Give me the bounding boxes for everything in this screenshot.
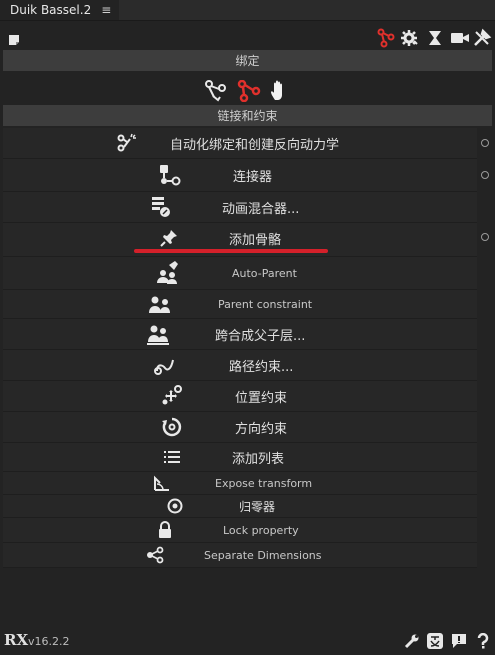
- options-dot-add-bone[interactable]: [481, 233, 489, 241]
- red-underline-annotation: [134, 249, 328, 253]
- toolbar: [0, 26, 495, 50]
- help-icon[interactable]: [473, 631, 493, 651]
- menu-item-lock-property[interactable]: Lock property: [3, 518, 477, 543]
- translate-icon[interactable]: [425, 631, 445, 651]
- wrench-icon[interactable]: [402, 631, 422, 651]
- menu-item-animation-blender[interactable]: 动画混合器...: [3, 192, 477, 223]
- separate-dimensions-icon: [142, 543, 168, 567]
- menu-item-expose-transform[interactable]: Expose transform: [3, 472, 477, 495]
- camera-icon[interactable]: [450, 28, 470, 48]
- list-icon: [159, 445, 185, 469]
- hourglass-icon[interactable]: [425, 28, 445, 48]
- menu-item-label: Lock property: [223, 523, 299, 537]
- menu-item-label: 动画混合器...: [222, 201, 300, 217]
- parent-across-comps-icon: [146, 322, 172, 346]
- menu-item-parent-constraint[interactable]: Parent constraint: [3, 290, 477, 319]
- rig-icon[interactable]: [376, 28, 396, 48]
- section-header-rigging[interactable]: 绑定: [3, 50, 492, 71]
- menu-item-separate-dimensions[interactable]: Separate Dimensions: [3, 543, 477, 568]
- blender-icon: [149, 195, 175, 219]
- bone-rig-icon[interactable]: [236, 79, 262, 103]
- menu-item-label: 连接器: [233, 169, 273, 185]
- panel-tab-bar: Duik Bassel.2 ≡: [0, 0, 495, 21]
- menu-item-orientation-constraint[interactable]: 方向约束: [3, 412, 477, 443]
- panel-tab-title: Duik Bassel.2: [10, 3, 92, 17]
- menu-item-label: Separate Dimensions: [204, 548, 322, 562]
- menu-item-label: 位置约束: [235, 390, 288, 406]
- menu-item-position-constraint[interactable]: 位置约束: [3, 381, 477, 412]
- bug-report-icon[interactable]: [449, 631, 469, 651]
- expose-transform-icon: [149, 471, 175, 495]
- menu-item-path-constraint[interactable]: 路径约束...: [3, 350, 477, 381]
- rig-mode-row: [0, 77, 495, 104]
- panel-menu-icon[interactable]: ≡: [101, 3, 111, 17]
- rainbox-logo[interactable]: RX: [4, 631, 28, 649]
- menu-item-parent-across-comps[interactable]: 跨合成父子层...: [3, 319, 477, 350]
- menu-item-label: 方向约束: [235, 421, 288, 437]
- auto-parent-icon: [155, 260, 181, 284]
- menu-item-zero[interactable]: 归零器: [3, 495, 477, 518]
- connector-icon: [157, 163, 183, 187]
- lock-icon: [152, 518, 178, 542]
- ik-arm-icon[interactable]: [203, 79, 229, 103]
- gear-icon[interactable]: [399, 28, 419, 48]
- note-icon[interactable]: [8, 31, 20, 45]
- menu-item-label: 添加列表: [232, 451, 285, 467]
- menu-item-label: 归零器: [239, 499, 276, 514]
- menu-item-label: 路径约束...: [229, 359, 294, 375]
- menu-item-label: 添加骨骼: [229, 233, 282, 248]
- pin-icon: [156, 226, 182, 250]
- footer: RX v16.2.2: [0, 627, 495, 655]
- menu-item-label: Auto-Parent: [232, 266, 297, 280]
- auto-rig-icon: [115, 131, 141, 155]
- hand-icon[interactable]: [267, 79, 293, 103]
- parent-constraint-icon: [147, 292, 173, 316]
- menu-item-label: Expose transform: [215, 476, 313, 490]
- menu-item-add-list[interactable]: 添加列表: [3, 443, 477, 472]
- menu-item-label: 跨合成父子层...: [215, 328, 306, 344]
- tools-icon[interactable]: [472, 28, 492, 48]
- position-constraint-icon: [159, 384, 185, 408]
- orientation-constraint-icon: [159, 415, 185, 439]
- menu-item-auto-parent[interactable]: Auto-Parent: [3, 257, 477, 290]
- panel-tab[interactable]: Duik Bassel.2 ≡: [0, 0, 120, 20]
- menu-item-auto-rig[interactable]: 自动化绑定和创建反向动力学: [3, 128, 477, 159]
- path-constraint-icon: [152, 353, 178, 377]
- options-dot-auto-rig[interactable]: [481, 139, 489, 147]
- options-dot-connector[interactable]: [481, 171, 489, 179]
- zero-icon: [162, 494, 188, 518]
- menu-item-connector[interactable]: 连接器: [3, 159, 477, 192]
- section-header-links-constraints[interactable]: 链接和约束: [3, 105, 492, 126]
- menu-item-label: 自动化绑定和创建反向动力学: [170, 137, 340, 153]
- menu-item-label: Parent constraint: [218, 297, 313, 311]
- version-label: v16.2.2: [28, 635, 70, 648]
